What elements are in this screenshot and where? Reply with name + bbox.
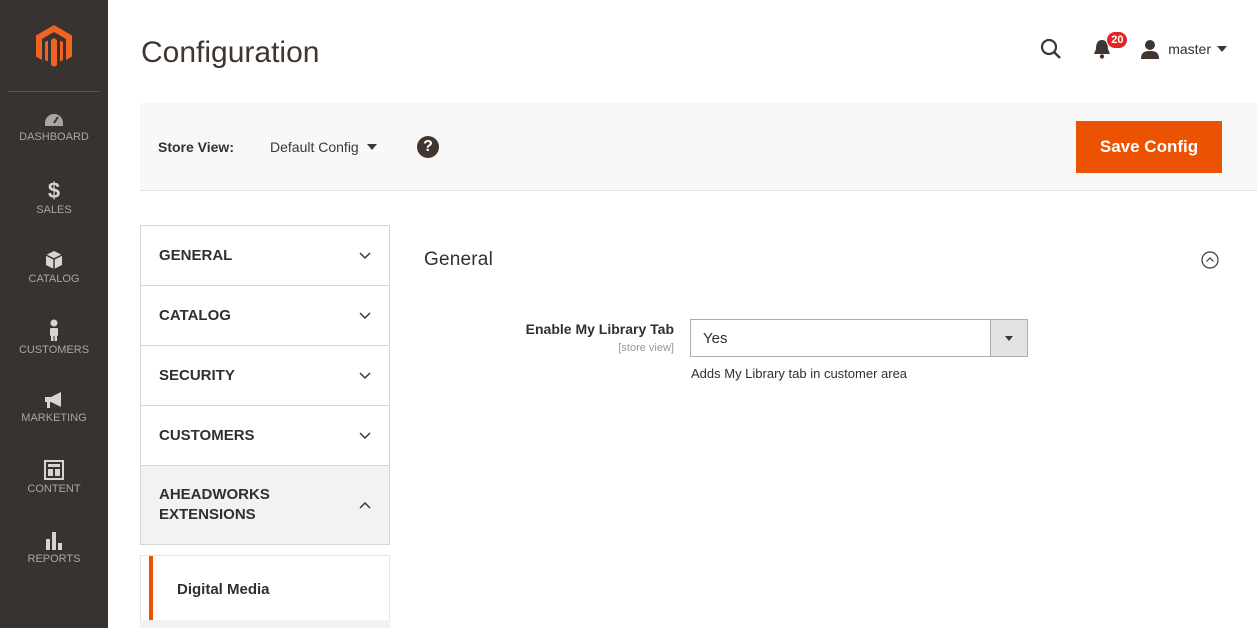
page-title: Configuration [141, 36, 320, 69]
search-icon [1041, 38, 1062, 59]
layout-icon [44, 459, 64, 480]
tabs-footer [140, 620, 390, 628]
caret-down-icon [366, 144, 377, 150]
store-view-bar: Store View: Default Config ? Save Config [140, 103, 1257, 191]
search-button[interactable] [1040, 38, 1062, 60]
admin-menu: DASHBOARD $ SALES CATALOG CUSTOMERS MARK… [0, 0, 108, 628]
store-view-switcher[interactable]: Default Config [270, 139, 377, 155]
tab-security[interactable]: SECURITY [141, 346, 389, 406]
megaphone-icon [45, 391, 61, 408]
store-view-current: Default Config [270, 139, 359, 155]
field-scope: [store view] [618, 342, 674, 354]
tab-general[interactable]: GENERAL [141, 226, 389, 286]
bar-chart-icon [46, 531, 62, 550]
menu-item-content[interactable]: CONTENT [0, 442, 108, 512]
menu-item-label: CUSTOMERS [18, 343, 90, 356]
store-view-label: Store View: [158, 139, 234, 155]
select-value: Yes [703, 329, 728, 347]
menu-item-label: CONTENT [27, 482, 81, 495]
tab-customers[interactable]: CUSTOMERS [141, 406, 389, 466]
user-name: master [1168, 41, 1211, 57]
tab-aheadworks-extensions[interactable]: AHEADWORKS EXTENSIONS [141, 466, 389, 545]
chevron-down-icon [359, 371, 371, 379]
person-icon [50, 319, 58, 341]
tab-label: CATALOG [159, 306, 231, 324]
caret-down-icon [1005, 335, 1013, 341]
tab-catalog[interactable]: CATALOG [141, 286, 389, 346]
chevron-down-icon [359, 311, 371, 319]
select-arrow [990, 320, 1027, 356]
enable-my-library-tab-select[interactable]: Yes [690, 319, 1028, 357]
field-note: Adds My Library tab in customer area [691, 366, 908, 381]
menu-item-marketing[interactable]: MARKETING [0, 372, 108, 442]
user-icon [1141, 40, 1160, 59]
menu-item-reports[interactable]: REPORTS [0, 512, 108, 582]
svg-text:$: $ [48, 179, 60, 201]
chevron-down-icon [359, 251, 371, 259]
chevron-up-icon [359, 501, 371, 509]
menu-item-customers[interactable]: CUSTOMERS [0, 302, 108, 372]
user-menu[interactable]: master [1140, 39, 1227, 59]
menu-item-label: DASHBOARD [19, 130, 89, 143]
dollar-icon: $ [48, 179, 60, 201]
menu-item-label: CATALOG [28, 272, 80, 285]
menu-item-label: REPORTS [27, 552, 81, 565]
tab-label: CUSTOMERS [159, 426, 255, 444]
tab-label: SECURITY [159, 366, 235, 384]
caret-down-icon [1217, 46, 1227, 52]
tab-label: AHEADWORKS EXTENSIONS [159, 486, 270, 523]
menu-item-dashboard[interactable]: DASHBOARD [0, 92, 108, 162]
dashboard-icon [45, 113, 63, 126]
tab-label: GENERAL [159, 246, 233, 264]
section-title[interactable]: General [424, 249, 493, 271]
field-label: Enable My Library Tab [525, 321, 674, 337]
header-actions: 20 master [1040, 31, 1227, 62]
menu-item-label: SALES [36, 203, 72, 216]
help-icon[interactable]: ? [417, 136, 439, 158]
box-icon [45, 250, 63, 269]
collapse-section-button[interactable] [1201, 251, 1219, 274]
tab-sub-items: Digital Media [140, 555, 390, 623]
magento-logo[interactable] [8, 0, 100, 92]
menu-item-catalog[interactable]: CATALOG [0, 232, 108, 302]
chevron-down-icon [359, 431, 371, 439]
sub-item-digital-media[interactable]: Digital Media [149, 556, 389, 623]
config-tabs: GENERAL CATALOG SECURITY CUSTOMERS AHEAD… [140, 225, 390, 545]
notifications-badge: 20 [1106, 31, 1129, 49]
save-config-button[interactable]: Save Config [1076, 121, 1222, 173]
notifications-button[interactable]: 20 [1092, 31, 1129, 60]
menu-item-label: MARKETING [21, 411, 87, 424]
menu-item-sales[interactable]: $ SALES [0, 162, 108, 232]
magento-logo-icon [36, 24, 72, 67]
chevron-up-circle-icon [1201, 251, 1219, 269]
